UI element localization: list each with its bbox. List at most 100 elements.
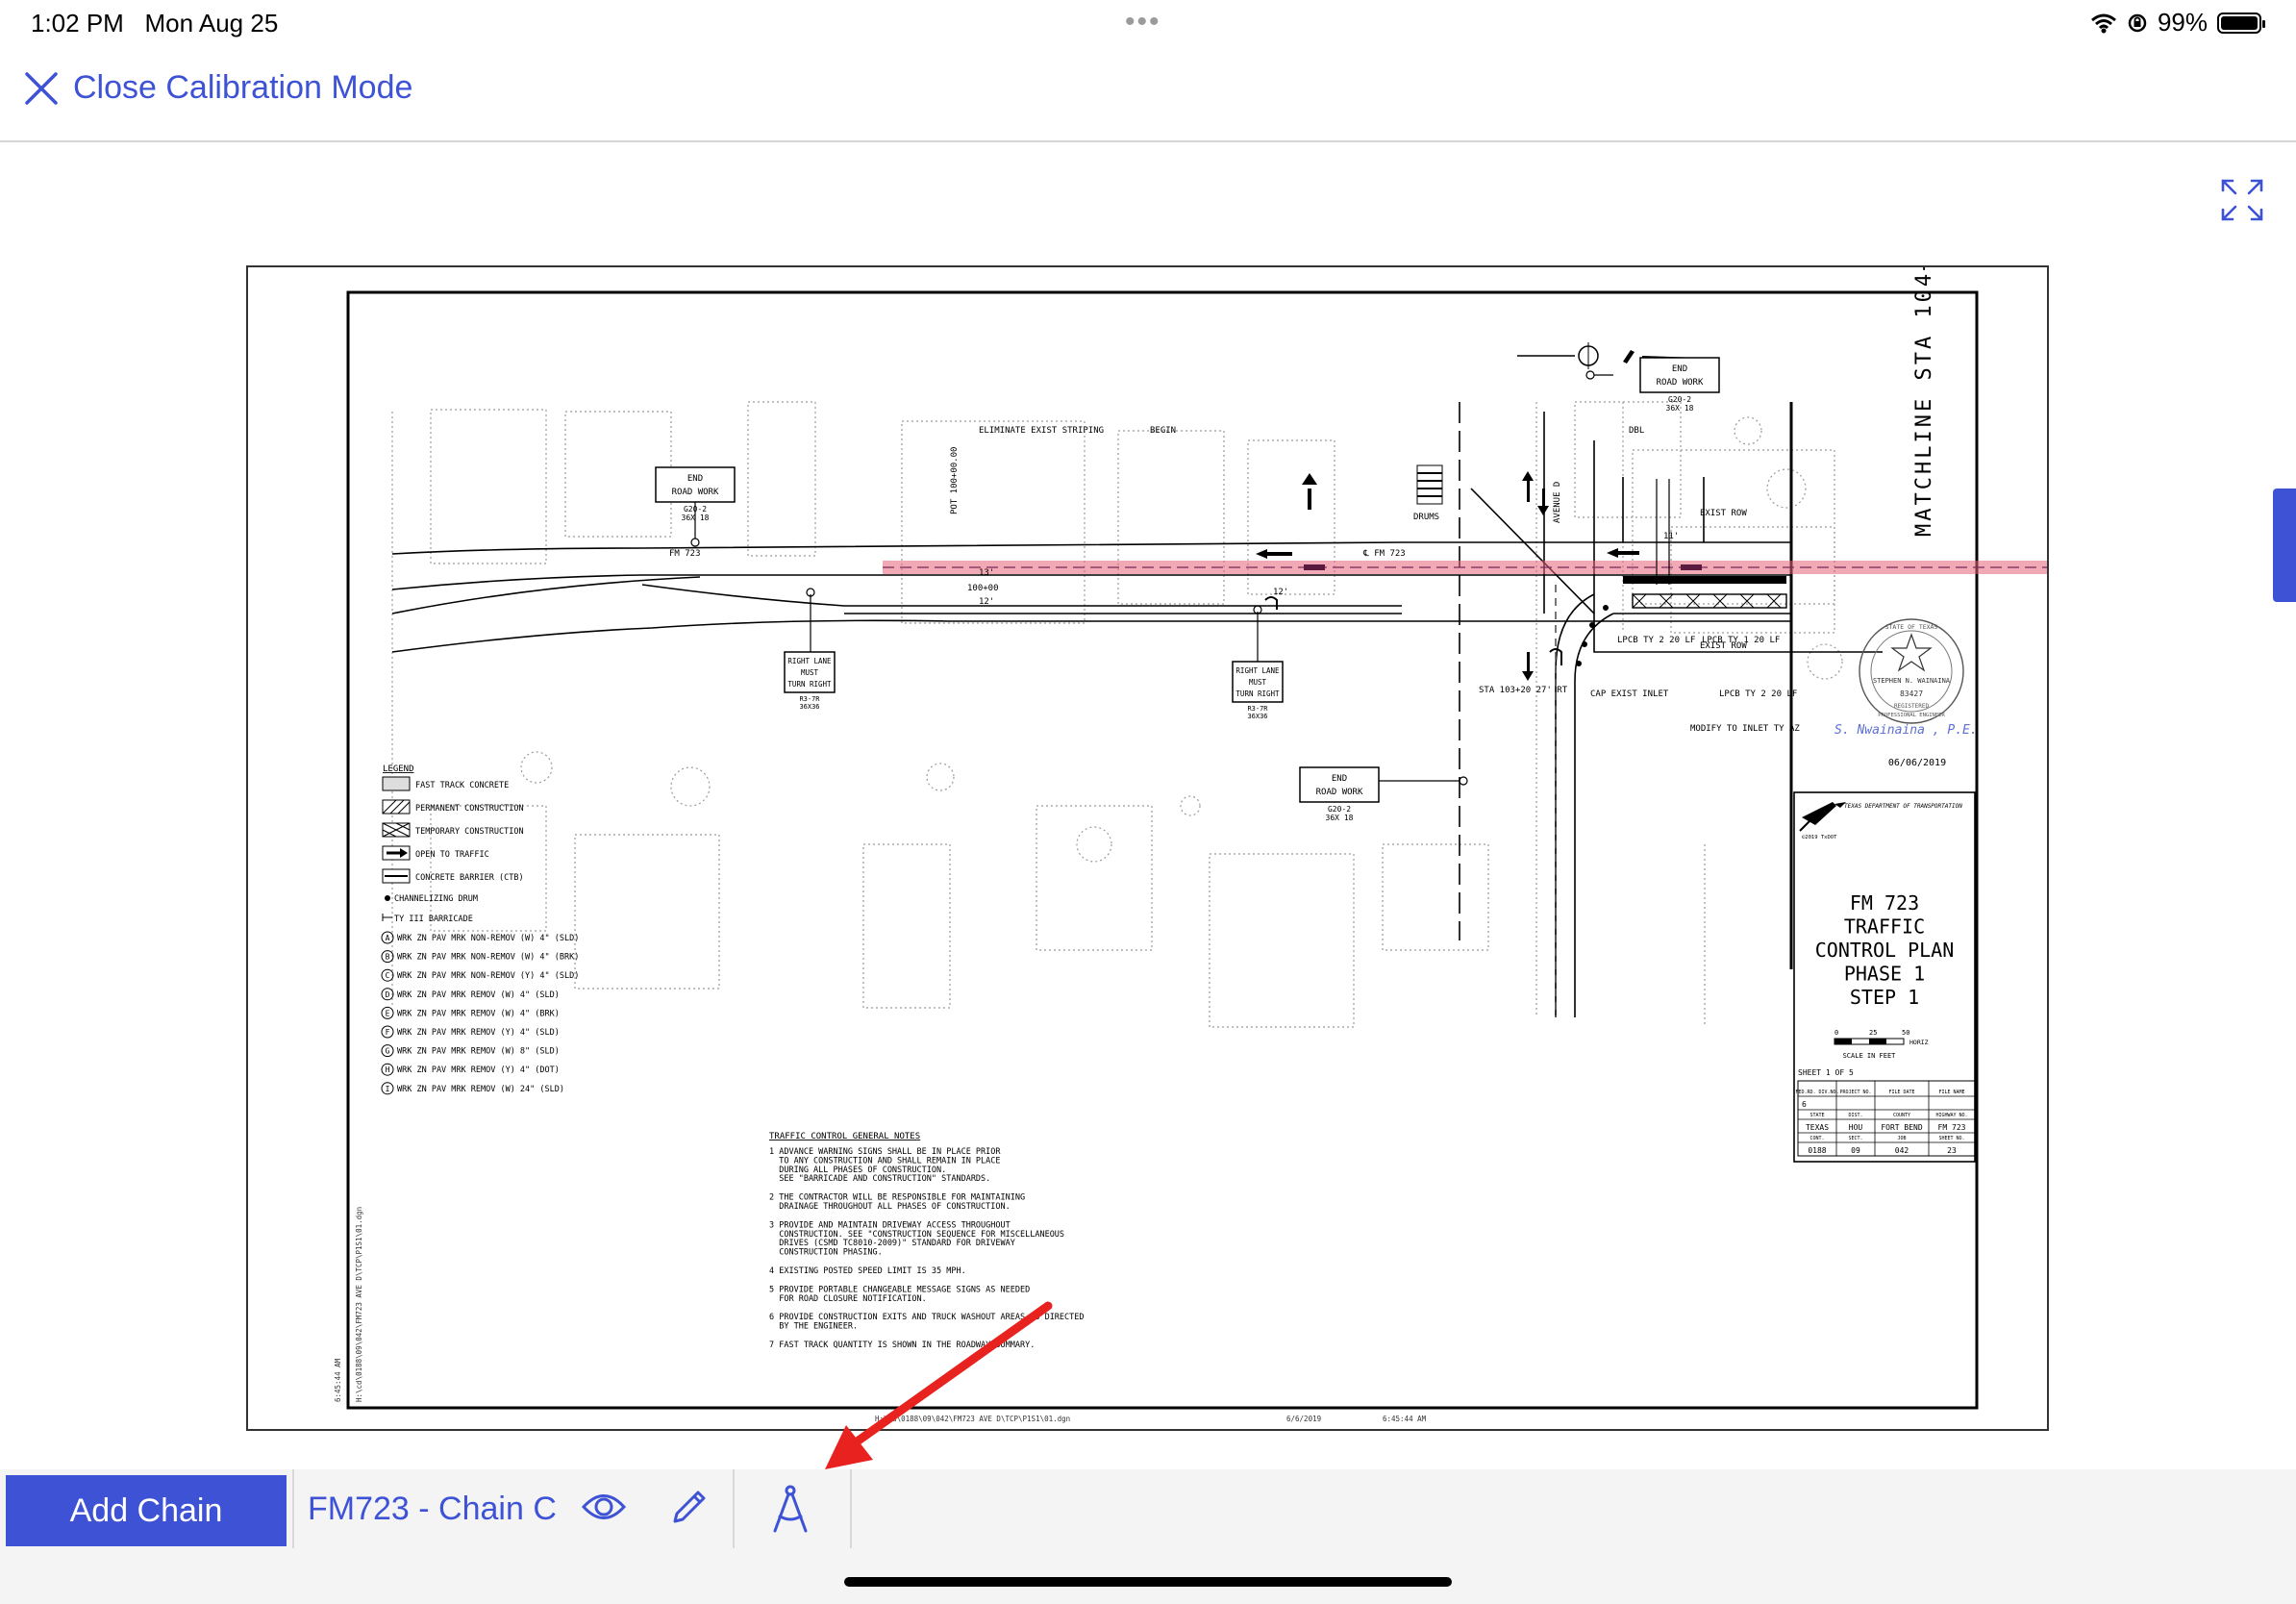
- svg-text:STEPHEN N. WAINAINA: STEPHEN N. WAINAINA: [1873, 677, 1951, 685]
- note-line: CONSTRUCTION PHASING.: [769, 1248, 883, 1258]
- sheet-table-cell: 0188: [1808, 1146, 1826, 1155]
- marking-letter: B: [386, 953, 390, 962]
- multitask-dots-icon[interactable]: •••: [1125, 6, 1161, 38]
- chain-name-label[interactable]: FM723 - Chain C: [308, 1491, 557, 1528]
- side-panel-handle[interactable]: [2273, 489, 2296, 602]
- home-indicator[interactable]: [844, 1577, 1452, 1587]
- svg-text:LEGEND: LEGEND: [383, 764, 414, 774]
- marking-item: WRK ZN PAV MRK REMOV (Y) 4" (DOT): [397, 1065, 560, 1075]
- sheet-table-cell: HIGHWAY NO.: [1935, 1113, 1967, 1118]
- marking-letter: D: [386, 990, 390, 999]
- marking-item: WRK ZN PAV MRK REMOV (W) 4" (BRK): [397, 1009, 560, 1018]
- plan-drawing[interactable]: END ROAD WORK G20-2 36X 18 END ROAD WORK…: [248, 267, 2047, 1429]
- svg-text:0: 0: [1834, 1029, 1838, 1037]
- svg-text:LPCB TY 1 20 LF: LPCB TY 1 20 LF: [1702, 636, 1780, 645]
- matchline-label: MATCHLINE STA 104+00.00: [1912, 267, 1936, 537]
- compass-calibrate-icon[interactable]: [769, 1483, 811, 1535]
- edit-pencil-icon[interactable]: [667, 1487, 710, 1529]
- svg-text:S. Nwainaina , P.E.: S. Nwainaina , P.E.: [1834, 723, 1978, 738]
- sheet-table-cell: FM 723: [1938, 1123, 1966, 1132]
- sheet-table-cell: JOB: [1897, 1136, 1906, 1141]
- sign-posts: [690, 370, 1670, 786]
- svg-text:BEGIN: BEGIN: [1150, 426, 1176, 436]
- sheet-table-cell: 6: [1802, 1100, 1807, 1109]
- sheet-table-cell: FILE DATE: [1888, 1090, 1914, 1095]
- status-bar: 1:02 PM Mon Aug 25 ••• 99%: [0, 0, 2296, 48]
- sheet-table-cell: COUNTY: [1893, 1113, 1910, 1118]
- note-line: 4 EXISTING POSTED SPEED LIMIT IS 35 MPH.: [769, 1266, 966, 1276]
- svg-text:06/06/2019: 06/06/2019: [1888, 758, 1946, 768]
- svg-text:MODIFY TO INLET TY AZ: MODIFY TO INLET TY AZ: [1690, 724, 1800, 734]
- svg-text:END: END: [1332, 774, 1347, 784]
- sheet-table-cell: 09: [1851, 1146, 1860, 1155]
- svg-text:℄ FM 723: ℄ FM 723: [1362, 549, 1406, 559]
- svg-text:DBL: DBL: [1629, 426, 1644, 436]
- marking-item: WRK ZN PAV MRK NON-REMOV (Y) 4" (SLD): [397, 971, 579, 981]
- svg-text:83427: 83427: [1900, 689, 1923, 698]
- svg-text:36X 18: 36X 18: [1666, 404, 1694, 413]
- svg-text:RIGHT LANE: RIGHT LANE: [1235, 666, 1280, 675]
- svg-text:PROFESSIONAL ENGINEER: PROFESSIONAL ENGINEER: [1878, 713, 1945, 718]
- svg-text:TEMPORARY CONSTRUCTION: TEMPORARY CONSTRUCTION: [415, 827, 524, 837]
- toolbar-divider: [733, 1469, 735, 1548]
- toolbar-divider: [292, 1469, 294, 1548]
- svg-text:6/6/2019: 6/6/2019: [1286, 1415, 1321, 1423]
- note-line: SEE "BARRICADE AND CONSTRUCTION" STANDAR…: [769, 1174, 990, 1184]
- svg-text:G20-2: G20-2: [1668, 395, 1691, 404]
- sheet-table-cell: 042: [1895, 1146, 1909, 1155]
- sign-right-lane-2: RIGHT LANE MUST TURN RIGHT R3-7R 36X36: [1232, 661, 1284, 720]
- calibration-line: [883, 561, 2047, 574]
- note-line: DRAINAGE THROUGHOUT ALL PHASES OF CONSTR…: [769, 1202, 1011, 1212]
- marking-item: WRK ZN PAV MRK REMOV (Y) 4" (SLD): [397, 1028, 560, 1038]
- legend: LEGEND FAST TRACK CONCRETE PERMANENT CON…: [382, 764, 524, 924]
- svg-text:6:45:44 AM: 6:45:44 AM: [1383, 1415, 1427, 1423]
- svg-text:36X 18: 36X 18: [1326, 814, 1354, 822]
- close-calibration-label: Close Calibration Mode: [73, 69, 413, 106]
- marking-item: WRK ZN PAV MRK NON-REMOV (W) 4" (SLD): [397, 934, 579, 943]
- status-time: 1:02 PM: [31, 9, 124, 38]
- status-indicators: 99%: [2090, 8, 2265, 38]
- svg-text:6:45:44 AM: 6:45:44 AM: [334, 1358, 342, 1402]
- plan-sheet[interactable]: END ROAD WORK G20-2 36X 18 END ROAD WORK…: [246, 265, 2049, 1431]
- note-line: FOR ROAD CLOSURE NOTIFICATION.: [769, 1294, 927, 1304]
- sheet-table-cell: SHEET NO.: [1938, 1136, 1964, 1141]
- sign-end-road-work-3: END ROAD WORK G20-2 36X 18: [1299, 766, 1380, 822]
- marking-item: WRK ZN PAV MRK NON-REMOV (W) 4" (BRK): [397, 953, 579, 963]
- battery-percent: 99%: [2157, 8, 2208, 37]
- wifi-icon: [2090, 13, 2116, 33]
- svg-text:EXIST ROW: EXIST ROW: [1700, 509, 1747, 518]
- svg-text:12': 12': [979, 597, 994, 607]
- svg-text:G20-2: G20-2: [684, 505, 707, 514]
- sheet-table-cell: FILE NAME: [1938, 1090, 1964, 1095]
- title-line: PHASE 1: [1844, 963, 1925, 986]
- add-chain-button[interactable]: Add Chain: [6, 1475, 287, 1546]
- marking-letter: E: [386, 1009, 390, 1017]
- plan-viewer[interactable]: END ROAD WORK G20-2 36X 18 END ROAD WORK…: [0, 142, 2296, 1469]
- sheet-table-cell: PROJECT NO.: [1839, 1090, 1871, 1095]
- marking-letter: A: [386, 934, 390, 942]
- svg-text:STATE OF TEXAS: STATE OF TEXAS: [1885, 623, 1938, 631]
- svg-text:OPEN TO TRAFFIC: OPEN TO TRAFFIC: [415, 850, 489, 860]
- expand-icon[interactable]: [2219, 177, 2265, 223]
- title-line: TRAFFIC: [1844, 915, 1925, 939]
- engineer-seal: STEPHEN N. WAINAINA 83427 STATE OF TEXAS…: [1834, 618, 1978, 768]
- marking-letter: H: [386, 1065, 390, 1074]
- svg-text:ROAD WORK: ROAD WORK: [1316, 788, 1363, 797]
- note-line: BY THE ENGINEER.: [769, 1322, 858, 1332]
- notes-title: TRAFFIC CONTROL GENERAL NOTES: [769, 1132, 920, 1141]
- svg-text:LPCB TY 2 20 LF: LPCB TY 2 20 LF: [1719, 689, 1797, 699]
- sheet-table-cell: 23: [1947, 1146, 1957, 1155]
- nav-bar: Close Calibration Mode: [0, 48, 2296, 142]
- existing-features: [391, 401, 1924, 1028]
- visibility-eye-icon[interactable]: [581, 1491, 627, 1523]
- svg-text:TY III BARRICADE: TY III BARRICADE: [394, 915, 473, 924]
- close-calibration-button[interactable]: Close Calibration Mode: [23, 69, 412, 107]
- svg-text:STA 103+20 27' RT: STA 103+20 27' RT: [1479, 686, 1568, 695]
- svg-text:H:\cd\0188\09\042\FM723 AVE D\: H:\cd\0188\09\042\FM723 AVE D\TCP\P1S1\0…: [355, 1207, 363, 1402]
- svg-text:SCALE IN FEET: SCALE IN FEET: [1843, 1052, 1897, 1060]
- svg-text:ROAD WORK: ROAD WORK: [672, 488, 719, 497]
- svg-text:ROAD WORK: ROAD WORK: [1657, 378, 1704, 388]
- marking-list: A WRK ZN PAV MRK NON-REMOV (W) 4" (SLD)B W…: [381, 931, 579, 1095]
- marking-item: WRK ZN PAV MRK REMOV (W) 8" (SLD): [397, 1047, 560, 1057]
- svg-text:POT 100+00.00: POT 100+00.00: [950, 447, 960, 514]
